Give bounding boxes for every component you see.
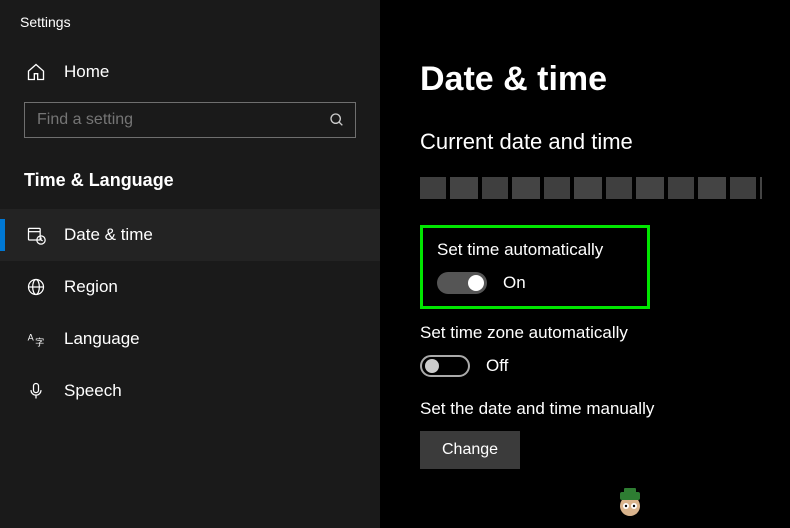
sidebar-item-speech[interactable]: Speech: [0, 365, 380, 417]
change-button[interactable]: Change: [420, 431, 520, 469]
set-time-auto-toggle[interactable]: [437, 272, 487, 294]
category-label: Time & Language: [0, 156, 380, 209]
sidebar-item-label: Language: [64, 329, 140, 349]
language-icon: A 字: [26, 329, 46, 349]
highlight-set-time-auto: Set time automatically On: [420, 225, 650, 309]
current-datetime-value-redacted: [420, 177, 762, 199]
manual-label: Set the date and time manually: [420, 399, 762, 419]
home-label: Home: [64, 62, 109, 82]
sidebar-item-label: Region: [64, 277, 118, 297]
manual-group: Set the date and time manually Change: [420, 399, 762, 469]
page-title: Date & time: [420, 60, 762, 99]
sidebar-item-date-time[interactable]: Date & time: [0, 209, 380, 261]
set-zone-auto-toggle-row: Off: [420, 355, 762, 377]
sidebar-item-label: Date & time: [64, 225, 153, 245]
sidebar-item-region[interactable]: Region: [0, 261, 380, 313]
set-zone-auto-group: Set time zone automatically Off: [420, 323, 762, 377]
set-time-auto-state: On: [503, 273, 526, 293]
set-time-auto-label: Set time automatically: [437, 240, 633, 260]
home-icon: [26, 62, 46, 82]
calendar-clock-icon: [26, 225, 46, 245]
set-zone-auto-label: Set time zone automatically: [420, 323, 762, 343]
sidebar-item-language[interactable]: A 字 Language: [0, 313, 380, 365]
app-title: Settings: [0, 0, 380, 54]
search-input[interactable]: [37, 111, 329, 129]
main-panel: Date & time Current date and time Set ti…: [380, 0, 790, 528]
set-zone-auto-toggle[interactable]: [420, 355, 470, 377]
sidebar: Settings Home Time & Language Date & tim…: [0, 0, 380, 528]
microphone-icon: [26, 381, 46, 401]
globe-icon: [26, 277, 46, 297]
svg-text:A: A: [28, 333, 35, 343]
set-zone-auto-state: Off: [486, 356, 508, 376]
svg-text:字: 字: [35, 337, 44, 348]
set-time-auto-toggle-row: On: [437, 272, 633, 294]
section-current-datetime: Current date and time: [420, 129, 762, 155]
mascot-icon: [610, 482, 650, 522]
sidebar-home[interactable]: Home: [0, 54, 380, 96]
search-input-wrap[interactable]: [24, 102, 356, 138]
search-icon: [329, 112, 345, 128]
sidebar-item-label: Speech: [64, 381, 122, 401]
